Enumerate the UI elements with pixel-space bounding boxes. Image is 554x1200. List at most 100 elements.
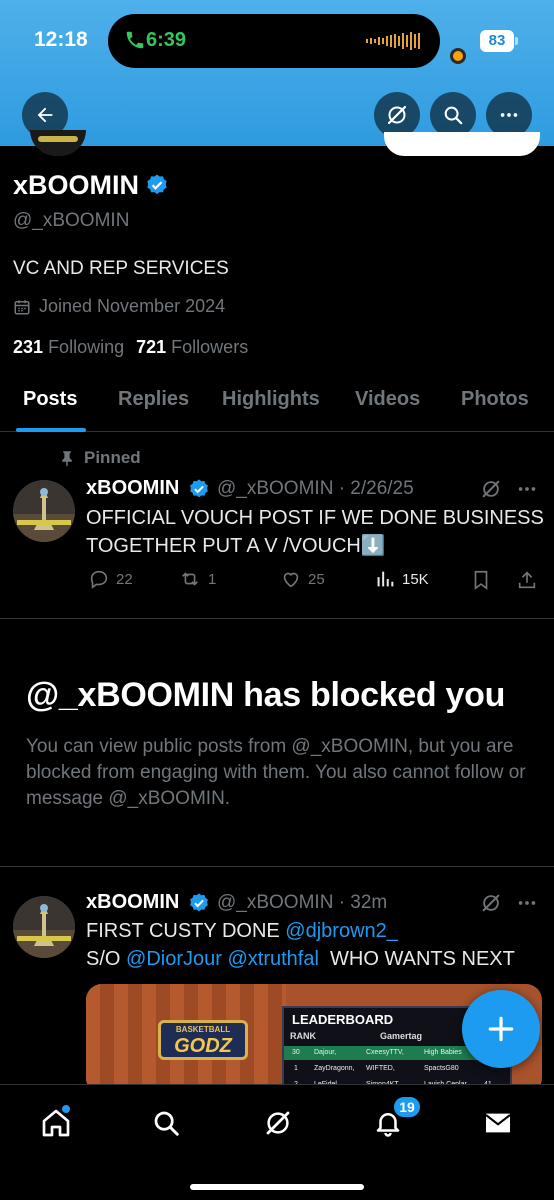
bottom-navigation: 19 (0, 1084, 554, 1200)
profile-display-name: xBOOMIN (13, 170, 169, 201)
post-divider (0, 866, 554, 867)
blocked-title: @_xBOOMIN has blocked you (26, 676, 506, 714)
nav-grok[interactable] (258, 1105, 298, 1141)
tab-photos[interactable]: Photos (461, 388, 529, 411)
post-divider (0, 618, 554, 619)
battery-tip (515, 37, 518, 45)
following-label: Following (48, 337, 125, 357)
more-horizontal-icon[interactable] (516, 892, 538, 914)
post-handle-time: @_xBOOMIN · 32m (217, 892, 388, 913)
following-count: 231 (13, 337, 44, 357)
tab-videos[interactable]: Videos (355, 388, 420, 411)
post-handle-date: @_xBOOMIN · 2/26/25 (217, 478, 414, 499)
status-clock: 12:18 (34, 28, 88, 51)
game-logo: BASKETBALL GODZ (158, 1020, 248, 1060)
pin-icon (62, 451, 72, 467)
grok-icon[interactable] (480, 892, 502, 914)
leaderboard-title: LEADERBOARD (292, 1012, 394, 1027)
avatar-image (13, 896, 75, 958)
row-player: Dajour, (314, 1049, 337, 1056)
reply-count: 22 (116, 570, 133, 588)
post-avatar[interactable] (13, 480, 75, 542)
like-count: 25 (308, 570, 325, 588)
profile-avatar[interactable] (30, 130, 86, 156)
tab-highlights[interactable]: Highlights (222, 388, 320, 411)
joined-date: Joined November 2024 (13, 296, 225, 317)
post-text-line1: FIRST CUSTY DONE @djbrown2_ (86, 917, 546, 945)
row-rank: 1 (294, 1065, 298, 1072)
avatar-image (13, 480, 75, 542)
reply-button[interactable]: 22 (88, 568, 133, 590)
mention-link[interactable]: @DiorJour (126, 948, 222, 970)
nav-search[interactable] (146, 1105, 186, 1141)
tab-replies[interactable]: Replies (118, 388, 189, 411)
following-link[interactable]: 231 Following (13, 337, 124, 357)
verified-badge-icon (147, 174, 167, 195)
search-icon (154, 1111, 179, 1136)
plus-icon (488, 1016, 514, 1042)
post-text: FIRST CUSTY DONE @djbrown2_ S/O @DiorJou… (86, 917, 546, 973)
row-player: SpactsG80 (424, 1065, 459, 1072)
row-player: ZayDragonn, (314, 1065, 355, 1072)
recording-indicator (450, 48, 466, 64)
post-text: OFFICIAL VOUCH POST IF WE DONE BUSINESS … (86, 504, 546, 560)
post-avatar[interactable] (13, 896, 75, 958)
gamertag-column-header: Gamertag (380, 1031, 423, 1041)
follow-counts: 231 Following 721 Followers (13, 337, 248, 358)
active-tab-indicator (16, 428, 86, 432)
mention-link[interactable]: @xtruthfal (227, 948, 318, 970)
nav-home[interactable] (36, 1105, 76, 1141)
phone-icon (126, 31, 144, 49)
row-player: CxeesyTTV, (366, 1049, 404, 1056)
logo-main-text: GODZ (174, 1035, 232, 1057)
verified-badge-icon (190, 893, 208, 912)
follow-button[interactable] (384, 132, 540, 156)
bookmark-icon[interactable] (470, 569, 492, 591)
followers-count: 721 (136, 337, 167, 357)
share-icon[interactable] (516, 569, 538, 591)
followers-link[interactable]: 721 Followers (136, 337, 248, 357)
call-duration: 6:39 (146, 29, 187, 51)
views-button[interactable]: 15K (374, 568, 429, 590)
reply-icon (90, 570, 108, 589)
pinned-text: Pinned (84, 448, 141, 467)
search-icon (444, 106, 463, 125)
rank-column-header: RANK (290, 1031, 316, 1041)
more-horizontal-icon[interactable] (516, 478, 538, 500)
display-name-text: xBOOMIN (13, 170, 140, 200)
post-text-suffix: WHO WANTS NEXT (318, 948, 515, 970)
repost-icon (182, 572, 198, 586)
compose-post-button[interactable] (462, 990, 540, 1068)
grok-icon (387, 105, 407, 125)
profile-bio: VC AND REP SERVICES (13, 258, 229, 279)
grok-icon[interactable] (480, 478, 502, 500)
pinned-label: Pinned (58, 448, 141, 468)
profile-tabs: Posts Replies Highlights Videos Photos (0, 378, 554, 432)
dynamic-island[interactable]: 6:39 (108, 14, 466, 68)
repost-count: 1 (208, 570, 217, 588)
verified-badge-icon (190, 479, 208, 498)
views-count: 15K (402, 570, 429, 588)
post-text-line2-wrap: TOGETHER PUT A V /VOUCH⬇️ (86, 532, 546, 560)
joined-text: Joined November 2024 (39, 296, 226, 316)
tab-posts[interactable]: Posts (23, 388, 77, 411)
nav-messages[interactable] (478, 1105, 518, 1141)
profile-handle: @_xBOOMIN (13, 210, 130, 231)
notifications-badge: 19 (392, 1095, 422, 1119)
post-text-prefix: S/O (86, 948, 127, 970)
post-text-line1: OFFICIAL VOUCH POST IF WE DONE BUSINESS (86, 507, 544, 529)
mail-icon (485, 1113, 511, 1133)
post-author-name[interactable]: xBOOMIN (86, 477, 179, 500)
followers-label: Followers (171, 337, 249, 357)
row-rank: 30 (292, 1049, 300, 1056)
more-horizontal-icon (500, 113, 518, 117)
repost-button[interactable]: 1 (178, 568, 216, 590)
like-button[interactable]: 25 (280, 568, 325, 590)
leaderboard-row: 1 ZayDragonn, WIFTED, SpactsG80 (284, 1062, 514, 1076)
mention-link[interactable]: @djbrown2_ (285, 920, 398, 942)
row-player: High Babies (424, 1049, 462, 1056)
calendar-icon (14, 299, 30, 314)
grok-icon (266, 1111, 290, 1135)
post-author-name[interactable]: xBOOMIN (86, 891, 179, 914)
audio-wave-icon (366, 32, 420, 50)
